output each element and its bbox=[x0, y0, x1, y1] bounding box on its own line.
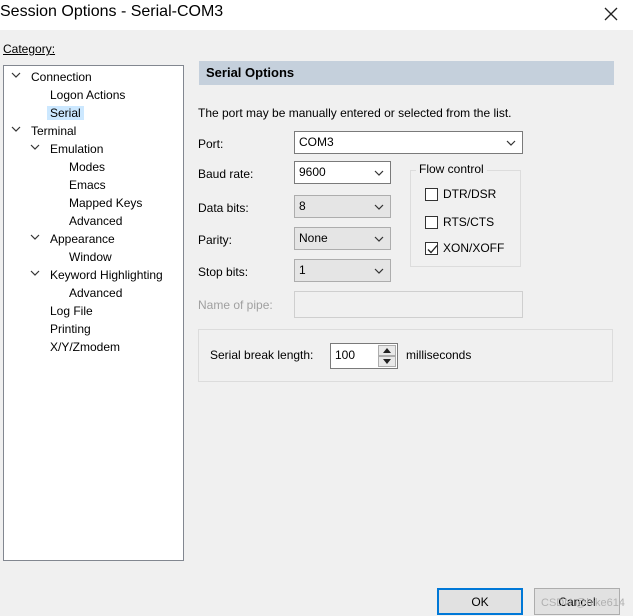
port-value: COM3 bbox=[299, 135, 334, 149]
xon-xoff-label: XON/XOFF bbox=[443, 241, 505, 255]
category-label-text: Category: bbox=[3, 42, 56, 56]
tree-item-label: Modes bbox=[69, 160, 106, 174]
checkbox-box[interactable] bbox=[425, 241, 438, 255]
tree-item-label: Appearance bbox=[50, 232, 115, 246]
tree-item-serial[interactable]: Serial bbox=[47, 105, 84, 122]
chevron-down-icon[interactable] bbox=[372, 260, 386, 281]
parity-value: None bbox=[299, 231, 328, 245]
chevron-down-icon[interactable] bbox=[29, 141, 41, 158]
tree-item-logon-actions[interactable]: Logon Actions bbox=[47, 87, 128, 104]
tree-item-xyzmodem[interactable]: X/Y/Zmodem bbox=[47, 339, 123, 356]
chevron-down-icon[interactable] bbox=[10, 69, 22, 86]
tree-item-label: Emulation bbox=[50, 142, 104, 156]
title-bar: Session Options - Serial-COM3 bbox=[0, 0, 633, 30]
category-label: Category: bbox=[3, 42, 55, 56]
tree-item-keyword-highlighting[interactable]: Keyword Highlighting bbox=[30, 267, 166, 284]
tree-item-label: Serial bbox=[47, 106, 84, 120]
data-bits-combo[interactable]: 8 bbox=[294, 195, 391, 218]
tree-item-modes[interactable]: Modes bbox=[66, 159, 108, 176]
dtr-dsr-label: DTR/DSR bbox=[443, 187, 497, 201]
parity-combo[interactable]: None bbox=[294, 227, 391, 250]
tree-item-label: Advanced bbox=[69, 286, 123, 300]
tree-item-advanced-keyword[interactable]: Advanced bbox=[66, 285, 125, 302]
tree-item-printing[interactable]: Printing bbox=[47, 321, 94, 338]
tree-item-label: Window bbox=[69, 250, 112, 264]
window-title: Session Options - Serial-COM3 bbox=[0, 3, 224, 20]
category-tree[interactable]: Connection Logon Actions Serial Terminal… bbox=[3, 65, 184, 561]
serial-break-value: 100 bbox=[335, 348, 356, 362]
tree-item-label: Printing bbox=[50, 322, 91, 336]
parity-label: Parity: bbox=[198, 233, 233, 247]
port-label: Port: bbox=[198, 137, 224, 151]
close-icon[interactable] bbox=[589, 0, 633, 28]
checkmark-icon bbox=[427, 244, 438, 253]
tree-item-connection[interactable]: Connection bbox=[11, 69, 95, 86]
serial-break-label: Serial break length: bbox=[210, 348, 314, 362]
tree-item-window[interactable]: Window bbox=[66, 249, 115, 266]
tree-item-label: Connection bbox=[31, 70, 92, 84]
panel-description: The port may be manually entered or sele… bbox=[198, 106, 512, 120]
tree-item-label: Emacs bbox=[69, 178, 106, 192]
chevron-down-icon[interactable] bbox=[29, 231, 41, 248]
pipe-input[interactable] bbox=[294, 291, 523, 318]
data-bits-value: 8 bbox=[299, 199, 306, 213]
panel-header: Serial Options bbox=[199, 61, 614, 85]
tree-item-label: X/Y/Zmodem bbox=[50, 340, 121, 354]
spin-up-icon[interactable] bbox=[378, 345, 396, 356]
chevron-down-icon[interactable] bbox=[372, 228, 386, 249]
data-bits-label: Data bits: bbox=[198, 201, 249, 215]
stop-bits-label: Stop bits: bbox=[198, 265, 249, 279]
checkbox-box[interactable] bbox=[425, 187, 438, 201]
milliseconds-label: milliseconds bbox=[406, 348, 472, 362]
tree-item-emulation[interactable]: Emulation bbox=[30, 141, 106, 158]
tree-item-appearance[interactable]: Appearance bbox=[30, 231, 118, 248]
tree-item-emacs[interactable]: Emacs bbox=[66, 177, 109, 194]
stop-bits-combo[interactable]: 1 bbox=[294, 259, 391, 282]
tree-item-log-file[interactable]: Log File bbox=[47, 303, 96, 320]
chevron-down-icon[interactable] bbox=[10, 123, 22, 140]
rts-cts-checkbox[interactable]: RTS/CTS bbox=[425, 214, 494, 230]
tree-item-label: Keyword Highlighting bbox=[50, 268, 163, 282]
tree-item-advanced[interactable]: Advanced bbox=[66, 213, 125, 230]
tree-item-label: Mapped Keys bbox=[69, 196, 143, 210]
chevron-down-icon[interactable] bbox=[29, 267, 41, 284]
tree-item-label: Log File bbox=[50, 304, 93, 318]
xon-xoff-checkbox[interactable]: XON/XOFF bbox=[425, 240, 504, 256]
tree-item-terminal[interactable]: Terminal bbox=[11, 123, 79, 140]
serial-break-spinner[interactable]: 100 bbox=[330, 343, 398, 369]
spin-down-icon[interactable] bbox=[378, 356, 396, 367]
tree-item-label: Logon Actions bbox=[50, 88, 126, 102]
pipe-label: Name of pipe: bbox=[198, 298, 273, 312]
watermark: CSDN @hike614 bbox=[541, 597, 625, 609]
stop-bits-value: 1 bbox=[299, 263, 306, 277]
chevron-down-icon[interactable] bbox=[504, 132, 518, 153]
tree-item-label: Advanced bbox=[69, 214, 123, 228]
baud-rate-label: Baud rate: bbox=[198, 167, 254, 181]
checkbox-box[interactable] bbox=[425, 215, 438, 229]
chevron-down-icon[interactable] bbox=[372, 196, 386, 217]
baud-rate-value: 9600 bbox=[299, 165, 326, 179]
dtr-dsr-checkbox[interactable]: DTR/DSR bbox=[425, 186, 496, 202]
chevron-down-icon[interactable] bbox=[372, 162, 386, 183]
flow-control-legend: Flow control bbox=[416, 162, 487, 176]
ok-button[interactable]: OK bbox=[437, 588, 523, 615]
tree-item-mapped-keys[interactable]: Mapped Keys bbox=[66, 195, 145, 212]
baud-rate-combo[interactable]: 9600 bbox=[294, 161, 391, 184]
tree-item-label: Terminal bbox=[31, 124, 77, 138]
rts-cts-label: RTS/CTS bbox=[443, 215, 495, 229]
port-combo[interactable]: COM3 bbox=[294, 131, 523, 154]
